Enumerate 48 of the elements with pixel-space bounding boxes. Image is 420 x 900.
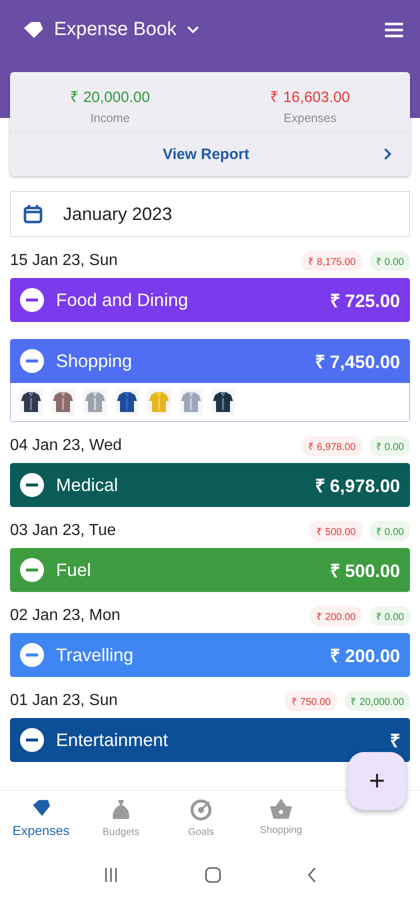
day-date: 02 Jan 23, Mon bbox=[10, 607, 122, 625]
day-date: 01 Jan 23, Sun bbox=[10, 692, 119, 710]
day-expense-total: ₹ 750.00 bbox=[285, 691, 337, 711]
chevron-down-icon[interactable] bbox=[186, 26, 199, 34]
money-bag-icon bbox=[111, 799, 131, 821]
basket-icon bbox=[270, 799, 292, 819]
income-amount: ₹ 20,000.00 bbox=[70, 88, 150, 106]
add-button[interactable]: + bbox=[348, 752, 406, 810]
calendar-icon bbox=[23, 204, 43, 224]
day-expense-total: ₹ 8,175.00 bbox=[302, 251, 362, 271]
month-selector[interactable]: January 2023 bbox=[10, 191, 410, 237]
view-report-link[interactable]: View Report bbox=[28, 146, 384, 162]
recent-apps-icon[interactable] bbox=[102, 867, 119, 883]
minus-circle-icon bbox=[20, 349, 44, 373]
chevron-right-icon[interactable] bbox=[384, 148, 392, 160]
minus-circle-icon bbox=[20, 473, 44, 497]
day-date: 15 Jan 23, Sun bbox=[10, 252, 119, 270]
minus-circle-icon bbox=[20, 288, 44, 312]
day-expense-total: ₹ 200.00 bbox=[310, 606, 362, 626]
expense-entry[interactable]: Medical ₹ 6,978.00 bbox=[10, 463, 410, 507]
day-expense-total: ₹ 500.00 bbox=[310, 521, 362, 541]
expense-entry[interactable]: Shopping ₹ 7,450.00 bbox=[10, 339, 410, 383]
day-expense-total: ₹ 6,978.00 bbox=[302, 436, 362, 456]
day-income-total: ₹ 20,000.00 bbox=[344, 691, 410, 711]
minus-circle-icon bbox=[20, 728, 44, 752]
expenses-label: Expenses bbox=[284, 111, 336, 125]
minus-circle-icon bbox=[20, 643, 44, 667]
expense-entry[interactable]: Travelling ₹ 200.00 bbox=[10, 633, 410, 677]
target-icon bbox=[190, 799, 212, 821]
book-title[interactable]: Expense Book bbox=[54, 19, 177, 41]
day-date: 03 Jan 23, Tue bbox=[10, 522, 117, 540]
tag-icon[interactable] bbox=[22, 21, 44, 39]
expense-entry[interactable]: Entertainment ₹ bbox=[10, 718, 410, 762]
expense-entry[interactable]: Fuel ₹ 500.00 bbox=[10, 548, 410, 592]
day-date: 04 Jan 23, Wed bbox=[10, 437, 123, 455]
day-income-total: ₹ 0.00 bbox=[370, 606, 410, 626]
menu-icon[interactable] bbox=[384, 22, 404, 38]
back-icon[interactable] bbox=[307, 867, 318, 883]
expenses-amount: ₹ 16,603.00 bbox=[270, 88, 350, 106]
tag-icon bbox=[31, 799, 51, 817]
income-label: Income bbox=[90, 111, 130, 125]
home-icon[interactable] bbox=[204, 866, 222, 884]
day-income-total: ₹ 0.00 bbox=[370, 251, 410, 271]
nav-tab[interactable]: Expenses bbox=[2, 791, 80, 851]
day-income-total: ₹ 0.00 bbox=[370, 521, 410, 541]
expense-entry[interactable]: Food and Dining ₹ 725.00 bbox=[10, 278, 410, 322]
day-income-total: ₹ 0.00 bbox=[370, 436, 410, 456]
minus-circle-icon bbox=[20, 558, 44, 582]
